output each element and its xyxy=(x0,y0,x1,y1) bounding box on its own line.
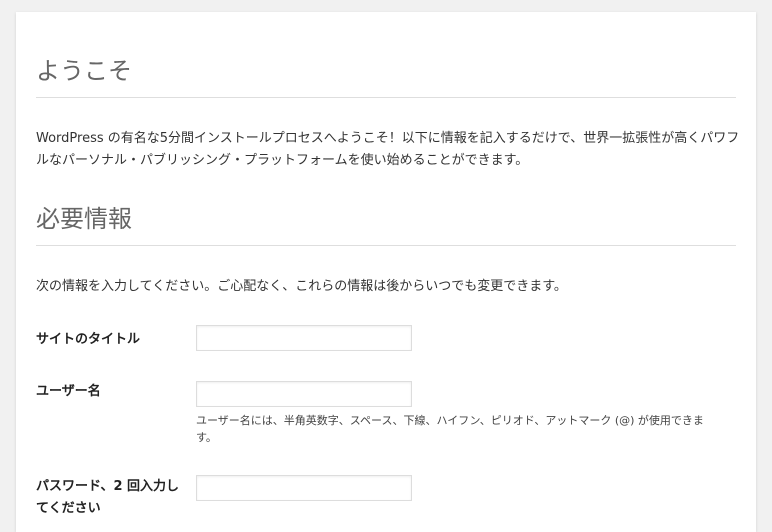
install-card: ようこそ WordPress の有名な5分間インストールプロセスへようこそ！以下… xyxy=(16,12,756,532)
welcome-divider xyxy=(36,97,736,98)
username-label: ユーザー名 xyxy=(36,384,101,399)
password-label: パスワード、2 回入力してください xyxy=(36,479,180,516)
welcome-heading: ようこそ xyxy=(36,57,132,85)
welcome-text: WordPress の有名な5分間インストールプロセスへようこそ！以下に情報を記… xyxy=(36,131,740,168)
username-hint: ユーザー名には、半角英数字、スペース、下線、ハイフン、ピリオド、アットマーク (… xyxy=(196,414,704,444)
required-info-divider xyxy=(36,245,736,246)
password-input[interactable] xyxy=(196,475,412,501)
required-info-text: 次の情報を入力してください。ご心配なく、これらの情報は後からいつでも変更できます… xyxy=(36,279,567,294)
site-title-input[interactable] xyxy=(196,325,412,351)
site-title-label: サイトのタイトル xyxy=(36,332,141,347)
username-input[interactable] xyxy=(196,381,412,407)
required-info-heading: 必要情報 xyxy=(36,205,132,233)
